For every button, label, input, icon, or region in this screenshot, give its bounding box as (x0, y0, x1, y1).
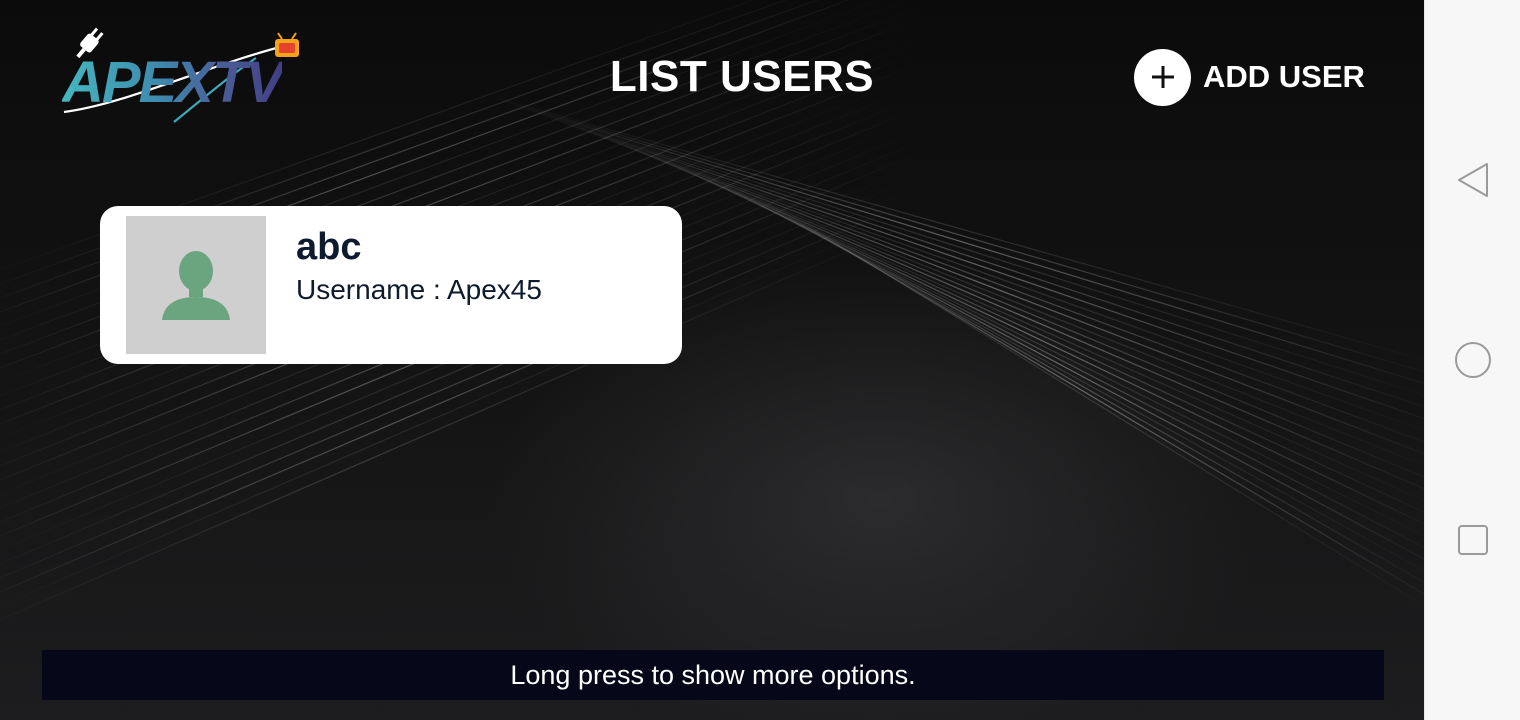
plus-icon[interactable] (1134, 48, 1191, 106)
home-circle-icon (1455, 342, 1491, 378)
user-card[interactable]: abc Username : Apex45 (100, 206, 682, 364)
person-icon (162, 251, 230, 320)
add-user-label[interactable]: ADD USER (1203, 59, 1365, 95)
avatar (126, 216, 266, 354)
back-triangle-icon (1458, 163, 1488, 197)
toast-message: Long press to show more options. (42, 650, 1384, 700)
nav-home-button[interactable] (1453, 340, 1493, 380)
user-name: abc (296, 226, 362, 268)
nav-back-button[interactable] (1453, 160, 1493, 200)
system-nav-bar (1424, 0, 1520, 720)
user-username: Username : Apex45 (296, 274, 542, 305)
add-user-button[interactable]: ADD USER (1134, 48, 1365, 106)
nav-recents-button[interactable] (1453, 520, 1493, 560)
app-screen: APEXTV LIST USERS ADD USER abc Username … (0, 0, 1424, 720)
recents-square-icon (1458, 525, 1488, 555)
